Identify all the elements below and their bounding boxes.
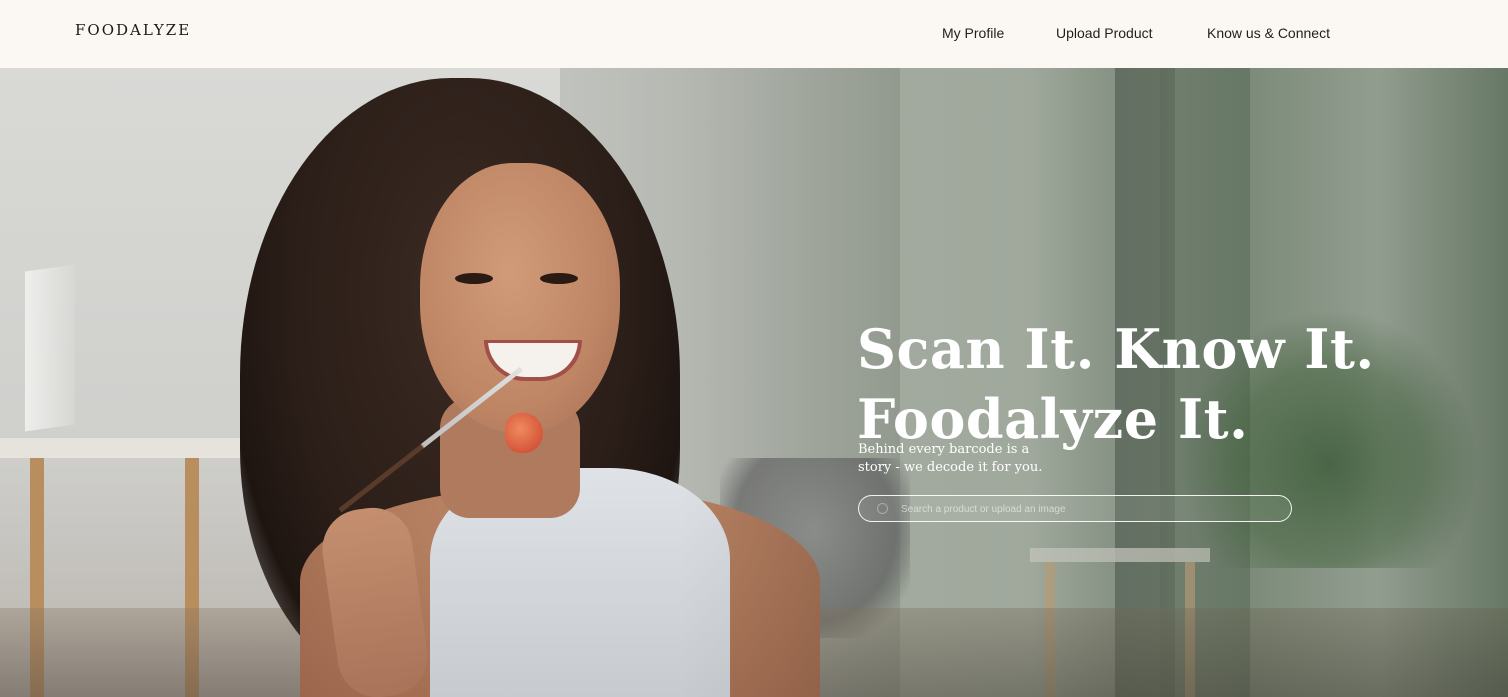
page: FOODALYZE My Profile Upload Product Know… (0, 0, 1508, 697)
tagline-line-2: story - we decode it for you. (858, 460, 1043, 475)
nav-upload-product[interactable]: Upload Product (1056, 25, 1153, 41)
search-bar[interactable] (858, 495, 1292, 522)
top-navbar: FOODALYZE My Profile Upload Product Know… (0, 0, 1508, 68)
search-icon (877, 503, 888, 514)
tagline-line-1: Behind every barcode is a (858, 442, 1030, 457)
nav-know-us-connect[interactable]: Know us & Connect (1207, 25, 1330, 41)
hero-headline: Scan It. Know It. Foodalyze It. (857, 314, 1457, 454)
headline-line-1: Scan It. Know It. (857, 317, 1375, 382)
hero-tagline: Behind every barcode is a story - we dec… (858, 441, 1058, 477)
nav-my-profile[interactable]: My Profile (942, 25, 1004, 41)
brand-logo[interactable]: FOODALYZE (75, 21, 191, 39)
search-input[interactable] (899, 499, 1283, 520)
